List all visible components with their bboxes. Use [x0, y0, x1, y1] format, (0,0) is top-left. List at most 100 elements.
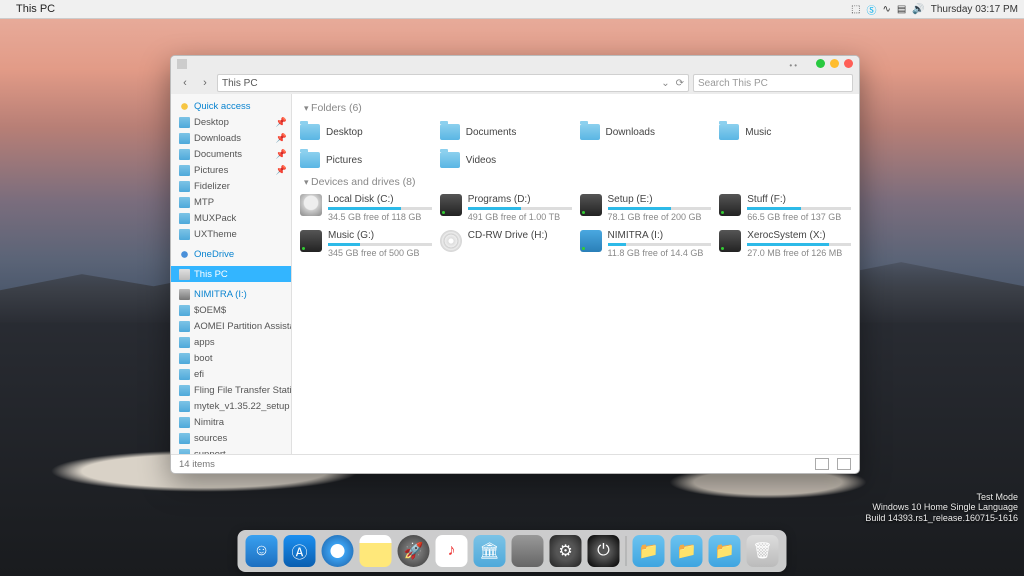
sidebar-item[interactable]: Fling File Transfer Station [171, 382, 291, 398]
folder-icon [179, 181, 190, 192]
watermark: Test Mode Windows 10 Home Single Languag… [865, 492, 1018, 524]
folder-item[interactable]: Videos [440, 148, 572, 172]
titlebar[interactable]: •• [171, 56, 859, 72]
address-refresh-icon[interactable]: ⟳ [676, 78, 684, 89]
sidebar-item[interactable]: apps [171, 334, 291, 350]
sidebar-item[interactable]: Fidelizer [171, 178, 291, 194]
content-pane[interactable]: Folders (6) Desktop Documents Downloads Mus… [292, 94, 859, 454]
folder-item[interactable]: Downloads [580, 120, 712, 144]
folders-group-header[interactable]: Folders (6) [304, 102, 851, 114]
tray-action-center-icon[interactable]: ▤ [897, 4, 906, 15]
sidebar-item[interactable]: Documents📌 [171, 146, 291, 162]
menubar-app-title[interactable]: This PC [16, 3, 55, 15]
drive-item[interactable]: XerocSystem (X:)27.0 MB free of 126 MB [719, 230, 851, 262]
folder-icon [179, 149, 190, 160]
folder-item[interactable]: Pictures [300, 148, 432, 172]
tray-network-icon[interactable]: ∿ [882, 4, 890, 15]
folder-icon [179, 213, 190, 224]
address-dropdown-icon[interactable]: ⌄ [661, 78, 669, 89]
dock: ☺ Ⓐ 🚀 ♪ 🏛 ⚙ ⏻ 📁 📁 📁 🗑 [238, 530, 787, 572]
sidebar-onedrive[interactable]: OneDrive [171, 246, 291, 262]
sidebar-item[interactable]: mytek_v1.35.22_setup [171, 398, 291, 414]
drive-item[interactable]: Local Disk (C:)34.5 GB free of 118 GB [300, 194, 432, 226]
drive-icon [580, 194, 602, 216]
sidebar-item[interactable]: Nimitra [171, 414, 291, 430]
folder-icon [179, 321, 190, 332]
sidebar-item[interactable]: Pictures📌 [171, 162, 291, 178]
sidebar-item[interactable]: AOMEI Partition Assistant [171, 318, 291, 334]
dock-folder-1[interactable]: 📁 [633, 535, 665, 567]
window-grip-icon: •• [789, 61, 799, 70]
folder-icon [300, 124, 320, 140]
folder-icon [179, 133, 190, 144]
window-minimize-button[interactable] [816, 59, 825, 68]
dock-disk-icon[interactable] [512, 535, 544, 567]
dock-notes-icon[interactable] [360, 535, 392, 567]
sidebar-item[interactable]: MUXPack [171, 210, 291, 226]
sidebar-item[interactable]: MTP [171, 194, 291, 210]
sidebar-item[interactable]: UXTheme [171, 226, 291, 242]
pin-icon: 📌 [276, 133, 287, 144]
nav-forward-button[interactable]: › [197, 75, 213, 91]
address-text: This PC [222, 78, 258, 89]
drive-icon [300, 194, 322, 216]
drive-item[interactable]: CD-RW Drive (H:) [440, 230, 572, 262]
window-close-button[interactable] [844, 59, 853, 68]
nav-back-button[interactable]: ‹ [177, 75, 193, 91]
folder-item[interactable]: Documents [440, 120, 572, 144]
system-tray[interactable]: ⬚ Ⓢ ∿ ▤ 🔊 Thursday 03:17 PM [851, 2, 1018, 17]
dock-library-icon[interactable]: 🏛 [474, 535, 506, 567]
status-count: 14 items [179, 459, 215, 470]
dock-power-icon[interactable]: ⏻ [588, 535, 620, 567]
drive-item[interactable]: Stuff (F:)66.5 GB free of 137 GB [719, 194, 851, 226]
dock-safari-icon[interactable] [322, 535, 354, 567]
tray-volume-icon[interactable]: 🔊 [912, 4, 924, 15]
dock-trash-icon[interactable]: 🗑 [747, 535, 779, 567]
sidebar-item[interactable]: efi [171, 366, 291, 382]
folder-item[interactable]: Music [719, 120, 851, 144]
drive-item[interactable]: Setup (E:)78.1 GB free of 200 GB [580, 194, 712, 226]
address-bar[interactable]: This PC ⌄ ⟳ [217, 74, 689, 92]
drives-group-header[interactable]: Devices and drives (8) [304, 176, 851, 188]
drive-icon [440, 194, 462, 216]
drive-item[interactable]: NIMITRA (I:)11.8 GB free of 14.4 GB [580, 230, 712, 262]
sidebar-item[interactable]: boot [171, 350, 291, 366]
tray-skype-icon[interactable]: Ⓢ [866, 2, 876, 17]
sidebar-item[interactable]: sources [171, 430, 291, 446]
drive-icon [440, 230, 462, 252]
folder-icon [580, 124, 600, 140]
sidebar-nimitra-drive[interactable]: NIMITRA (I:) [171, 286, 291, 302]
folder-icon [179, 369, 190, 380]
menubar-clock[interactable]: Thursday 03:17 PM [931, 4, 1018, 15]
window-maximize-button[interactable] [830, 59, 839, 68]
dock-folder-3[interactable]: 📁 [709, 535, 741, 567]
folder-icon [179, 417, 190, 428]
drive-icon [719, 230, 741, 252]
search-input[interactable]: Search This PC [693, 74, 853, 92]
dock-folder-2[interactable]: 📁 [671, 535, 703, 567]
drive-item[interactable]: Music (G:)345 GB free of 500 GB [300, 230, 432, 262]
folder-icon [440, 124, 460, 140]
folder-icon [179, 385, 190, 396]
dock-finder-icon[interactable]: ☺ [246, 535, 278, 567]
dock-music-icon[interactable]: ♪ [436, 535, 468, 567]
tray-dropbox-icon[interactable]: ⬚ [851, 4, 860, 15]
drive-item[interactable]: Programs (D:)491 GB free of 1.00 TB [440, 194, 572, 226]
sidebar-item[interactable]: Downloads📌 [171, 130, 291, 146]
sidebar-item[interactable]: $OEM$ [171, 302, 291, 318]
drive-icon [580, 230, 602, 252]
sidebar-item[interactable]: Desktop📌 [171, 114, 291, 130]
cloud-icon [179, 249, 190, 260]
folder-item[interactable]: Desktop [300, 120, 432, 144]
sidebar-item[interactable]: support [171, 446, 291, 454]
sidebar-this-pc[interactable]: This PC [171, 266, 291, 282]
drive-icon [719, 194, 741, 216]
dock-launchpad-icon[interactable]: 🚀 [398, 535, 430, 567]
view-details-icon[interactable] [815, 458, 829, 470]
sidebar-quick-access[interactable]: Quick access [171, 98, 291, 114]
dock-appstore-icon[interactable]: Ⓐ [284, 535, 316, 567]
star-icon [179, 101, 190, 112]
view-large-icon[interactable] [837, 458, 851, 470]
dock-settings-icon[interactable]: ⚙ [550, 535, 582, 567]
folder-icon [179, 117, 190, 128]
